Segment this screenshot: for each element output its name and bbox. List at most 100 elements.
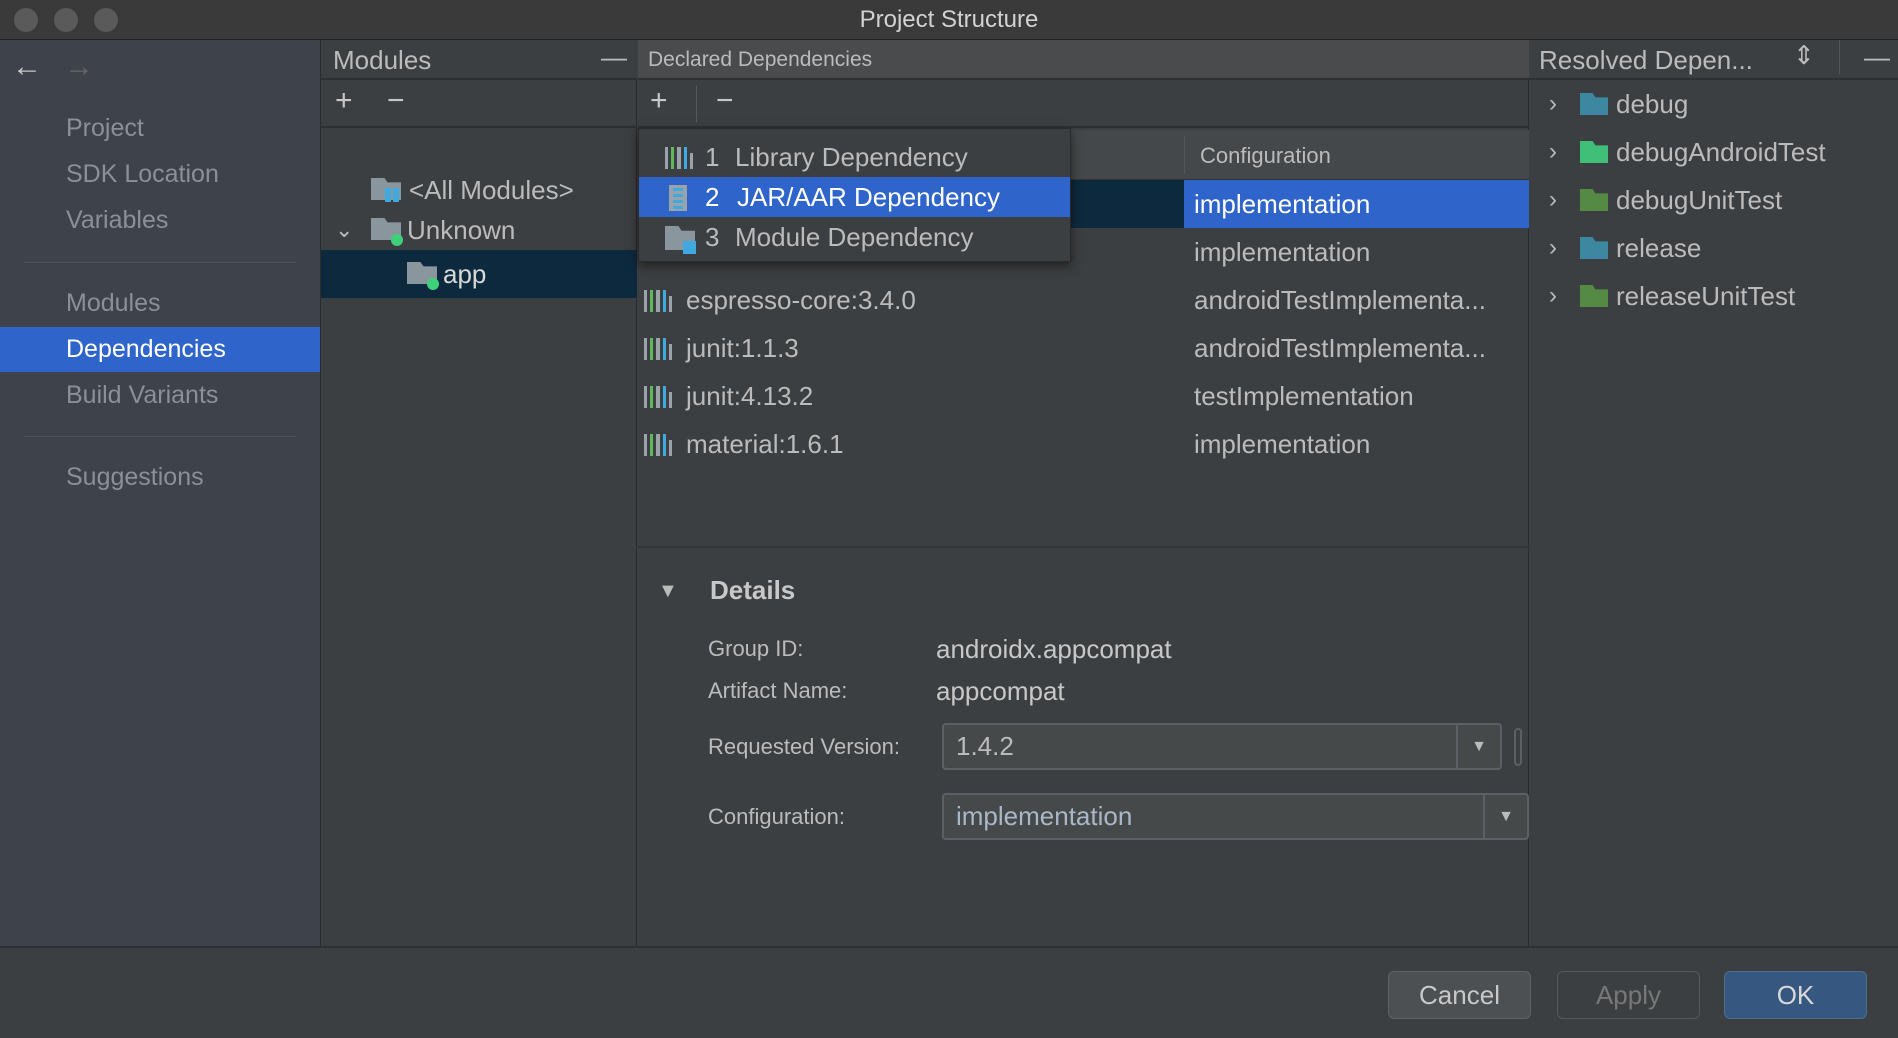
module-status-dot-icon xyxy=(427,278,439,290)
chevron-right-icon[interactable]: › xyxy=(1549,272,1557,320)
divider xyxy=(24,436,296,437)
configuration-value: implementation xyxy=(956,801,1133,831)
resolved-title: Resolved Depen... xyxy=(1539,45,1753,75)
requested-version-value: 1.4.2 xyxy=(956,731,1014,761)
dependency-name: espresso-core:3.4.0 xyxy=(686,285,916,315)
dependency-configuration: implementation xyxy=(1194,237,1371,267)
library-icon xyxy=(644,288,673,312)
artifact-name-value: appcompat xyxy=(936,676,1065,706)
table-row[interactable]: junit:1.1.3 androidTestImplementa... xyxy=(638,324,1529,372)
popup-menu-item[interactable]: 1 Library Dependency xyxy=(639,137,1070,177)
resolved-tree-item[interactable]: › debugAndroidTest xyxy=(1529,128,1898,176)
tree-item-unknown[interactable]: ⌄ Unknown xyxy=(321,206,637,254)
add-dependency-button[interactable]: + xyxy=(650,84,668,118)
sidebar-item-dependencies[interactable]: Dependencies xyxy=(0,327,320,372)
minimize-panel-button[interactable]: — xyxy=(601,42,627,73)
divider xyxy=(0,946,1898,948)
resolved-tree-item[interactable]: › debugUnitTest xyxy=(1529,176,1898,224)
modules-header: Modules — xyxy=(321,40,637,80)
artifact-name-label: Artifact Name: xyxy=(708,678,848,703)
resolved-item-label: debugAndroidTest xyxy=(1616,137,1826,167)
resolved-tree-item[interactable]: › releaseUnitTest xyxy=(1529,272,1898,320)
folder-icon xyxy=(1580,189,1608,211)
dependency-configuration: implementation xyxy=(1194,429,1371,459)
menu-item-label: Module Dependency xyxy=(735,222,974,252)
remove-module-button[interactable]: − xyxy=(387,84,405,118)
declared-toolbar: + − xyxy=(638,80,1529,128)
sidebar-item-suggestions[interactable]: Suggestions xyxy=(0,455,320,500)
dependency-configuration: androidTestImplementa... xyxy=(1194,285,1486,315)
divider xyxy=(1839,40,1840,74)
group-id-value: androidx.appcompat xyxy=(936,634,1172,664)
back-arrow-icon[interactable]: ← xyxy=(12,50,42,84)
sidebar-item-sdk-location[interactable]: SDK Location xyxy=(0,152,320,197)
remove-dependency-button[interactable]: − xyxy=(716,84,734,118)
folder-icon xyxy=(1580,237,1608,259)
configuration-combo[interactable]: implementation ▼ xyxy=(942,793,1529,840)
resolved-item-label: release xyxy=(1616,233,1702,263)
menu-item-number: 3 xyxy=(705,222,720,252)
sidebar-item-modules[interactable]: Modules xyxy=(0,281,320,326)
chevron-right-icon[interactable]: › xyxy=(1549,80,1557,128)
library-icon xyxy=(644,336,673,360)
collapse-all-icon[interactable]: ⇕ xyxy=(1793,40,1815,71)
folder-icon xyxy=(1580,93,1608,115)
window-title: Project Structure xyxy=(859,6,1039,33)
popup-menu-item[interactable]: 3 Module Dependency xyxy=(639,217,1070,257)
column-divider[interactable] xyxy=(1184,136,1185,174)
dependency-configuration: androidTestImplementa... xyxy=(1194,333,1486,363)
module-badge-icon xyxy=(683,241,696,254)
requested-version-combo[interactable]: 1.4.2 ▼ xyxy=(942,723,1502,770)
column-header-configuration[interactable]: Configuration xyxy=(1200,143,1331,169)
sidebar-item-variables[interactable]: Variables xyxy=(0,198,320,243)
collapse-triangle-icon[interactable]: ▼ xyxy=(658,580,678,603)
dependency-name: material:1.6.1 xyxy=(686,429,844,459)
details-title: Details xyxy=(710,575,796,605)
table-row[interactable]: junit:4.13.2 testImplementation xyxy=(638,372,1529,420)
add-module-button[interactable]: + xyxy=(335,84,353,118)
tree-label: Unknown xyxy=(407,215,516,245)
dropdown-arrow-icon[interactable]: ▼ xyxy=(1483,795,1527,838)
chevron-right-icon[interactable]: › xyxy=(1549,176,1557,224)
chevron-right-icon[interactable]: › xyxy=(1549,224,1557,272)
chevron-right-icon[interactable]: › xyxy=(1549,128,1557,176)
jar-icon xyxy=(669,185,687,211)
dependency-configuration: testImplementation xyxy=(1194,381,1414,411)
dependency-name: junit:1.1.3 xyxy=(686,333,799,363)
ok-button[interactable]: OK xyxy=(1724,971,1867,1019)
sidebar-item-project[interactable]: Project xyxy=(0,106,320,151)
add-dependency-popup: 1 Library Dependency 2 JAR/AAR Dependency 3 M… xyxy=(638,128,1071,262)
cancel-button[interactable]: Cancel xyxy=(1388,971,1531,1019)
popup-menu-item[interactable]: 2 JAR/AAR Dependency xyxy=(639,177,1070,217)
resolved-item-label: releaseUnitTest xyxy=(1616,281,1796,311)
tree-item-app[interactable]: app xyxy=(321,250,637,298)
divider xyxy=(696,86,697,122)
group-id-label: Group ID: xyxy=(708,636,804,661)
resolved-tree-item[interactable]: › release xyxy=(1529,224,1898,272)
menu-item-number: 2 xyxy=(705,182,720,212)
declared-title: Declared Dependencies xyxy=(648,48,873,71)
dropdown-arrow-icon[interactable]: ▼ xyxy=(1456,725,1500,768)
menu-item-label: Library Dependency xyxy=(735,142,968,172)
scrollbar[interactable] xyxy=(1514,728,1522,766)
declared-header: Declared Dependencies xyxy=(638,40,1529,80)
menu-item-label: JAR/AAR Dependency xyxy=(737,182,1001,212)
minimize-panel-button[interactable]: — xyxy=(1864,42,1890,73)
divider xyxy=(24,262,296,263)
library-icon xyxy=(644,384,673,408)
requested-version-label: Requested Version: xyxy=(708,734,901,759)
table-row[interactable]: material:1.6.1 implementation xyxy=(638,420,1529,468)
table-row[interactable]: espresso-core:3.4.0 androidTestImplementa… xyxy=(638,276,1529,324)
forward-arrow-icon[interactable]: → xyxy=(64,50,94,84)
folder-icon xyxy=(1580,285,1608,307)
chevron-down-icon[interactable]: ⌄ xyxy=(335,206,353,254)
configuration-label: Configuration: xyxy=(708,804,845,829)
resolved-dependencies-panel: Resolved Depen... ⇕ — › debug › debugAndroi… xyxy=(1529,40,1898,947)
sidebar: ← → Project SDK Location Variables Modul… xyxy=(0,40,321,947)
resolved-tree-item[interactable]: › debug xyxy=(1529,80,1898,128)
resolved-item-label: debug xyxy=(1616,89,1689,119)
sidebar-item-build-variants[interactable]: Build Variants xyxy=(0,373,320,418)
apply-button[interactable]: Apply xyxy=(1557,971,1700,1019)
menu-item-number: 1 xyxy=(705,142,720,172)
modules-panel: Modules — + − <All Modules> ⌄ Unknown ap… xyxy=(321,40,637,947)
